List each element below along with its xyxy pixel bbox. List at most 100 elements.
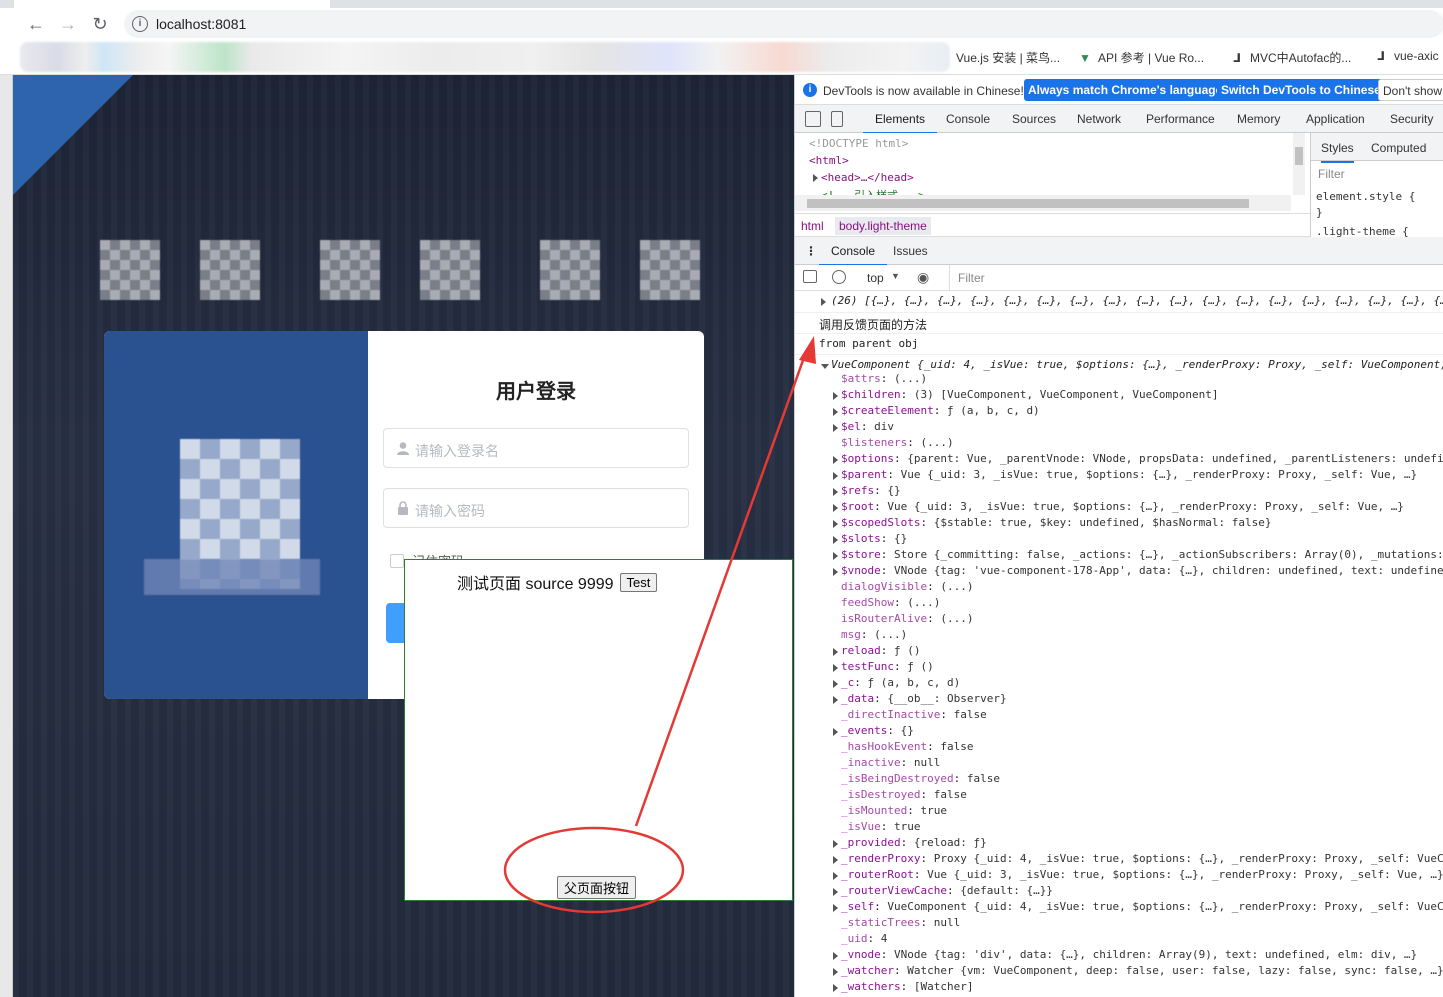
- styles-filter-input[interactable]: Filter: [1318, 167, 1345, 181]
- crumb-html[interactable]: html: [801, 219, 824, 233]
- tree-property[interactable]: _c: ƒ (a, b, c, d): [841, 676, 960, 689]
- tab-network[interactable]: Network: [1077, 112, 1121, 126]
- expand-arrow-icon[interactable]: [833, 840, 838, 848]
- console-object[interactable]: VueComponent {_uid: 4, _isVue: true, $op…: [795, 355, 1443, 997]
- tree-property[interactable]: msg: (...): [841, 628, 907, 641]
- match-language-button[interactable]: Always match Chrome's language: [1024, 79, 1227, 101]
- tree-property[interactable]: $parent: Vue {_uid: 3, _isVue: true, $op…: [841, 468, 1417, 481]
- dont-show-button[interactable]: Don't show: [1378, 79, 1443, 101]
- forward-arrow-icon[interactable]: →: [56, 12, 80, 36]
- bookmark-item[interactable]: ⅃ MVC中Autofac的...: [1230, 49, 1351, 66]
- tree-property[interactable]: dialogVisible: (...): [841, 580, 973, 593]
- tree-property[interactable]: $options: {parent: Vue, _parentVnode: VN…: [841, 452, 1443, 465]
- bookmark-item[interactable]: ▼ API 参考 | Vue Ro...: [1078, 49, 1204, 66]
- address-bar[interactable]: i localhost:8081: [124, 10, 1443, 38]
- html-line[interactable]: <html>: [809, 154, 849, 167]
- tree-property[interactable]: _inactive: null: [841, 756, 940, 769]
- tree-property[interactable]: $attrs: (...): [841, 372, 927, 385]
- scroll-thumb[interactable]: [807, 199, 1249, 208]
- clear-console-icon[interactable]: [832, 270, 846, 284]
- tree-property[interactable]: $vnode: VNode {tag: 'vue-component-178-A…: [841, 564, 1443, 577]
- device-toggle-icon[interactable]: [831, 111, 843, 127]
- console-message[interactable]: (26) [{…}, {…}, {…}, {…}, {…}, {…}, {…},…: [795, 291, 1443, 313]
- tree-property[interactable]: isRouterAlive: (...): [841, 612, 973, 625]
- expand-arrow-icon[interactable]: [833, 680, 838, 688]
- expand-arrow-icon[interactable]: [833, 456, 838, 464]
- remember-checkbox[interactable]: [390, 553, 404, 568]
- bookmark-item[interactable]: ⅃ vue-axic: [1374, 49, 1439, 63]
- test-button[interactable]: Test: [619, 572, 658, 592]
- elements-hscrollbar[interactable]: [795, 195, 1291, 211]
- drawer-menu-icon[interactable]: ⋮: [805, 244, 817, 258]
- comment-line[interactable]: <!-- 引入样式 -->: [821, 187, 925, 195]
- tree-property[interactable]: _watcher: Watcher {vm: VueComponent, dee…: [841, 964, 1443, 977]
- expand-arrow-icon[interactable]: [833, 488, 838, 496]
- tree-property[interactable]: feedShow: (...): [841, 596, 940, 609]
- scroll-thumb[interactable]: [1295, 147, 1303, 165]
- expand-arrow-icon[interactable]: [833, 904, 838, 912]
- expand-arrow-icon[interactable]: [833, 520, 838, 528]
- tab-console[interactable]: Console: [946, 112, 990, 126]
- back-arrow-icon[interactable]: ←: [24, 12, 48, 36]
- expand-arrow-icon[interactable]: [833, 472, 838, 480]
- expand-arrow-icon[interactable]: [833, 504, 838, 512]
- tab-security[interactable]: Security: [1390, 112, 1433, 126]
- parent-page-button[interactable]: 父页面按钮: [557, 876, 637, 899]
- tab-sources[interactable]: Sources: [1012, 112, 1056, 126]
- expand-arrow-icon[interactable]: [833, 856, 838, 864]
- password-input[interactable]: 请输入密码: [383, 488, 689, 528]
- username-input[interactable]: 请输入登录名: [383, 428, 689, 468]
- tab-computed[interactable]: Computed: [1371, 141, 1426, 155]
- tree-property[interactable]: $root: Vue {_uid: 3, _isVue: true, $opti…: [841, 500, 1404, 513]
- active-tab[interactable]: [14, 0, 330, 8]
- tree-property[interactable]: $createElement: ƒ (a, b, c, d): [841, 404, 1040, 417]
- bookmark-item[interactable]: Vue.js 安装 | 菜鸟...: [956, 49, 1060, 66]
- tree-property[interactable]: _events: {}: [841, 724, 914, 737]
- info-icon[interactable]: i: [132, 16, 148, 32]
- tree-property[interactable]: _routerViewCache: {default: {…}}: [841, 884, 1053, 897]
- tree-property[interactable]: _renderProxy: Proxy {_uid: 4, _isVue: tr…: [841, 852, 1443, 865]
- expand-arrow-icon[interactable]: [833, 408, 838, 416]
- expand-arrow-icon[interactable]: [833, 984, 838, 992]
- tree-property[interactable]: $scopedSlots: {$stable: true, $key: unde…: [841, 516, 1272, 529]
- tree-property[interactable]: _vnode: VNode {tag: 'div', data: {…}, ch…: [841, 948, 1417, 961]
- tab-elements[interactable]: Elements: [862, 112, 938, 134]
- context-selector[interactable]: top: [867, 271, 884, 285]
- expand-arrow-icon[interactable]: [833, 552, 838, 560]
- tree-property[interactable]: _isVue: true: [841, 820, 921, 833]
- expand-arrow-icon[interactable]: [833, 696, 838, 704]
- elements-vscrollbar[interactable]: [1293, 133, 1305, 195]
- tree-property[interactable]: _directInactive: false: [841, 708, 987, 721]
- tab-memory[interactable]: Memory: [1237, 112, 1280, 126]
- tab-application[interactable]: Application: [1306, 112, 1365, 126]
- tree-property[interactable]: _self: VueComponent {_uid: 4, _isVue: tr…: [841, 900, 1443, 913]
- tree-property[interactable]: _uid: 4: [841, 932, 887, 945]
- drawer-tab-issues[interactable]: Issues: [893, 244, 928, 258]
- tree-property[interactable]: _staticTrees: null: [841, 916, 960, 929]
- expand-arrow-icon[interactable]: [833, 968, 838, 976]
- expand-arrow-icon[interactable]: [821, 298, 826, 306]
- crumb-body[interactable]: body.light-theme: [835, 217, 931, 235]
- tree-property[interactable]: $slots: {}: [841, 532, 907, 545]
- console-message[interactable]: 调用反馈页面的方法: [795, 313, 1443, 334]
- tree-property[interactable]: $store: Store {_committing: false, _acti…: [841, 548, 1443, 561]
- expand-arrow-icon[interactable]: [833, 648, 838, 656]
- tree-property[interactable]: _isDestroyed: false: [841, 788, 967, 801]
- tree-property[interactable]: testFunc: ƒ (): [841, 660, 934, 673]
- expand-arrow-icon[interactable]: [833, 392, 838, 400]
- tree-property[interactable]: $el: div: [841, 420, 894, 433]
- expand-arrow-icon[interactable]: [833, 664, 838, 672]
- expand-arrow-icon[interactable]: [833, 888, 838, 896]
- tree-property[interactable]: _isBeingDestroyed: false: [841, 772, 1000, 785]
- console-message[interactable]: from parent obj: [795, 334, 1443, 355]
- inspect-icon[interactable]: [805, 111, 821, 127]
- expand-arrow-icon[interactable]: [833, 728, 838, 736]
- reload-icon[interactable]: ↻: [88, 12, 112, 36]
- chevron-down-icon[interactable]: ▼: [891, 271, 900, 281]
- tree-property[interactable]: _isMounted: true: [841, 804, 947, 817]
- tree-property[interactable]: reload: ƒ (): [841, 644, 921, 657]
- tree-property[interactable]: _hasHookEvent: false: [841, 740, 973, 753]
- expand-arrow-icon[interactable]: [813, 174, 818, 182]
- tree-property[interactable]: _watchers: [Watcher]: [841, 980, 973, 993]
- console-filter-input[interactable]: Filter: [949, 265, 1443, 290]
